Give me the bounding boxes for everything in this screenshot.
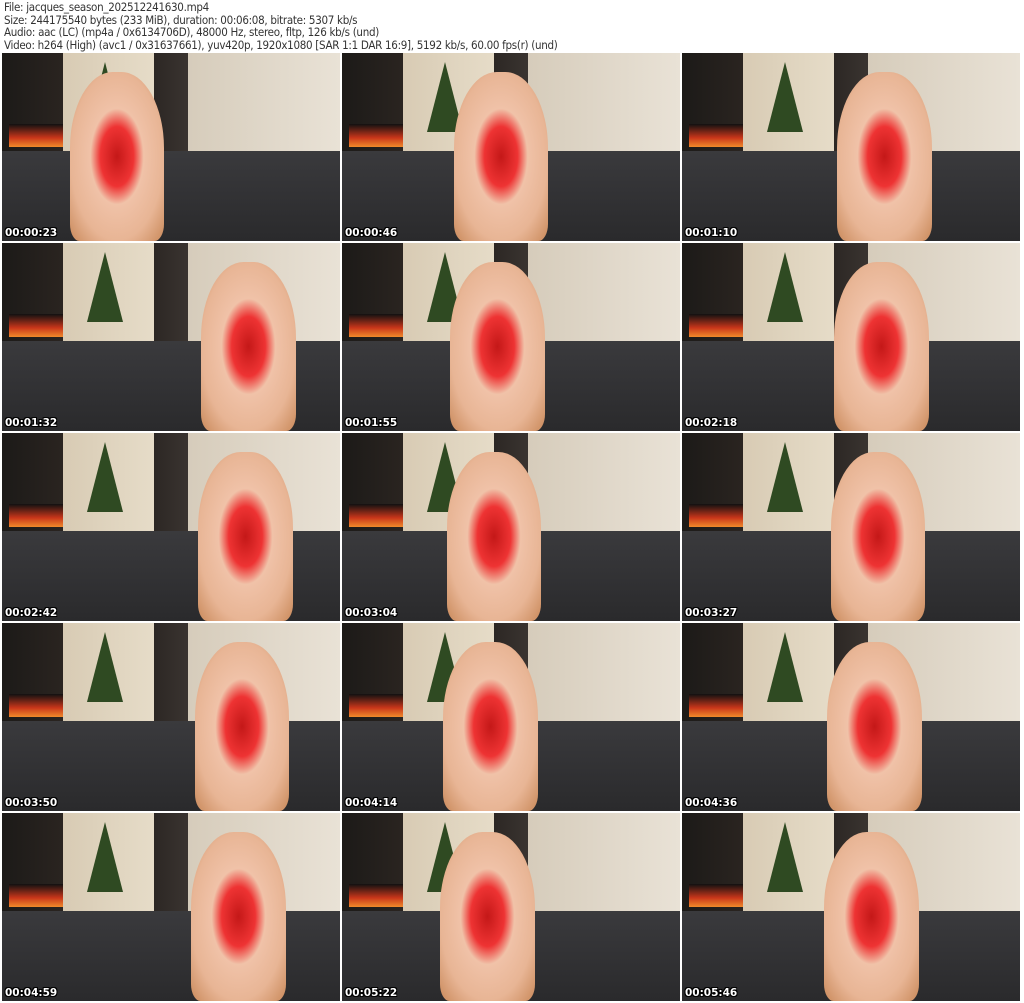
video-thumbnail: 00:00:46 (342, 53, 680, 241)
video-thumbnail: 00:04:14 (342, 623, 680, 811)
fireplace-image (348, 504, 403, 527)
person-image (440, 831, 535, 1001)
thumbnail-timestamp: 00:04:36 (685, 797, 738, 809)
thumbnail-timestamp: 00:03:27 (685, 607, 738, 619)
thumbnail-timestamp: 00:01:10 (685, 227, 738, 239)
christmas-tree-image (766, 442, 803, 513)
file-name: File: jacques_season_202512241630.mp4 (4, 0, 209, 14)
person-image (834, 261, 929, 431)
fireplace-image (688, 504, 743, 527)
fireplace-image (8, 124, 63, 147)
christmas-tree-image (86, 252, 123, 323)
video-thumbnail: 00:05:22 (342, 813, 680, 1001)
fireplace-image (688, 124, 743, 147)
video-thumbnail: 00:02:18 (682, 243, 1020, 431)
person-image (837, 71, 933, 241)
person-image (194, 641, 290, 811)
video-thumbnail: 00:05:46 (682, 813, 1020, 1001)
video-thumbnail: 00:04:59 (2, 813, 340, 1001)
thumbnail-timestamp: 00:04:14 (345, 797, 398, 809)
christmas-tree-image (86, 632, 123, 703)
fireplace-image (348, 314, 403, 337)
person-image (443, 641, 539, 811)
person-image (823, 831, 919, 1001)
fireplace-image (348, 694, 403, 717)
video-thumbnail: 00:03:27 (682, 433, 1020, 621)
thumbnail-grid: 00:00:23 00:00:46 00:01:10 00:01:32 00:01:55… (2, 53, 1020, 1001)
fireplace-image (688, 694, 743, 717)
thumbnail-timestamp: 00:05:46 (685, 987, 738, 999)
video-thumbnail: 00:03:04 (342, 433, 680, 621)
video-thumbnail: 00:01:55 (342, 243, 680, 431)
person-image (446, 451, 542, 621)
christmas-tree-image (766, 632, 803, 703)
christmas-tree-image (86, 442, 123, 513)
audio-info: Audio: aac (LC) (mp4a / 0x6134706D), 480… (4, 25, 379, 40)
christmas-tree-image (766, 252, 803, 323)
fireplace-image (348, 884, 403, 907)
thumbnail-timestamp: 00:05:22 (345, 987, 398, 999)
person-image (69, 71, 165, 241)
thumbnail-timestamp: 00:02:18 (685, 417, 738, 429)
thumbnail-timestamp: 00:00:46 (345, 227, 398, 239)
fireplace-image (348, 124, 403, 147)
fireplace-image (8, 504, 63, 527)
person-image (453, 71, 549, 241)
christmas-tree-image (766, 62, 803, 133)
fireplace-image (8, 314, 63, 337)
fireplace-image (688, 314, 743, 337)
video-thumbnail: 00:04:36 (682, 623, 1020, 811)
person-image (450, 261, 545, 431)
fireplace-image (688, 884, 743, 907)
file-info-header: File: jacques_season_202512241630.mp4 Si… (4, 1, 558, 51)
fireplace-image (8, 884, 63, 907)
person-image (198, 451, 293, 621)
fireplace-image (8, 694, 63, 717)
thumbnail-timestamp: 00:03:50 (5, 797, 58, 809)
person-image (201, 261, 297, 431)
person-image (827, 641, 922, 811)
christmas-tree-image (766, 822, 803, 893)
thumbnail-timestamp: 00:04:59 (5, 987, 58, 999)
video-thumbnail: 00:02:42 (2, 433, 340, 621)
person-image (191, 831, 286, 1001)
thumbnail-timestamp: 00:03:04 (345, 607, 398, 619)
video-thumbnail: 00:01:32 (2, 243, 340, 431)
thumbnail-timestamp: 00:02:42 (5, 607, 58, 619)
christmas-tree-image (86, 822, 123, 893)
video-thumbnail: 00:03:50 (2, 623, 340, 811)
person-image (830, 451, 926, 621)
video-info: Video: h264 (High) (avc1 / 0x31637661), … (4, 37, 558, 52)
thumbnail-timestamp: 00:01:32 (5, 417, 58, 429)
video-thumbnail: 00:00:23 (2, 53, 340, 241)
video-thumbnail: 00:01:10 (682, 53, 1020, 241)
thumbnail-timestamp: 00:00:23 (5, 227, 58, 239)
thumbnail-timestamp: 00:01:55 (345, 417, 398, 429)
